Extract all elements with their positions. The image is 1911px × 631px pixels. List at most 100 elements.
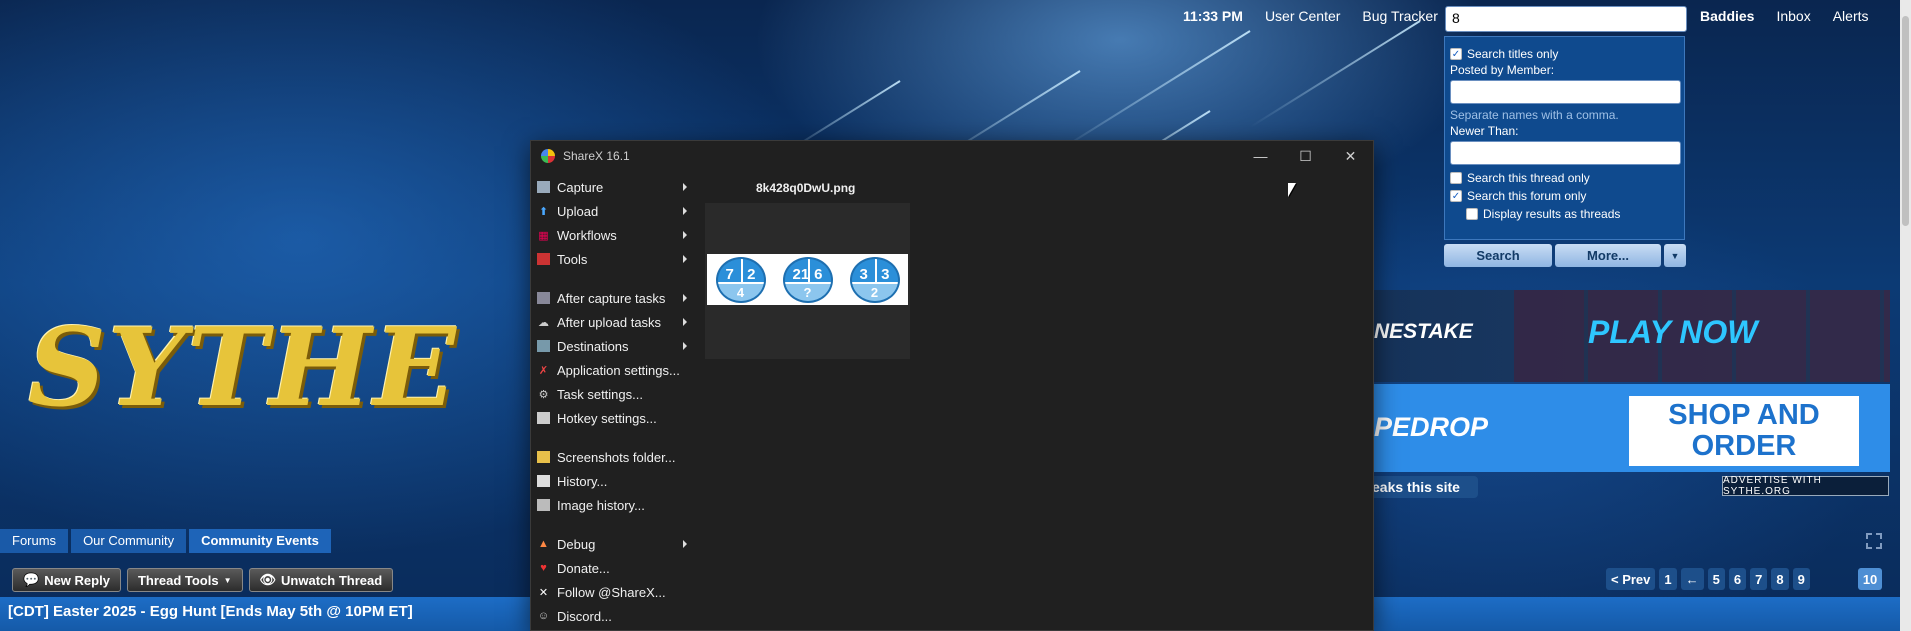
leaks-button[interactable]: eaks this site: [1360, 476, 1478, 498]
thread-tools-button[interactable]: Thread Tools ▼: [126, 568, 243, 592]
menu-task-settings[interactable]: ⚙ Task settings...: [537, 382, 687, 406]
menu-label: History...: [557, 473, 608, 489]
menu-label: Capture: [557, 179, 604, 195]
page-1[interactable]: 1: [1659, 568, 1677, 590]
submenu-arrow-icon: [683, 540, 687, 548]
menu-label: Tools: [557, 251, 588, 267]
submenu-arrow-icon: [683, 342, 687, 350]
thread-tools-label: Thread Tools: [137, 572, 219, 588]
history-icon: [537, 475, 550, 487]
breadcrumb-forums[interactable]: Forums: [0, 529, 69, 553]
menu-discord[interactable]: ☺ Discord...: [537, 604, 687, 628]
breadcrumb-community-events[interactable]: Community Events: [189, 529, 331, 553]
page-current[interactable]: 10: [1857, 568, 1883, 590]
posted-by-input[interactable]: [1450, 80, 1681, 104]
background-streak: [1249, 20, 1421, 128]
as-threads-row[interactable]: Display results as threads: [1450, 205, 1679, 223]
menu-screenshots-folder[interactable]: Screenshots folder...: [537, 445, 687, 469]
page-5[interactable]: 5: [1707, 568, 1725, 590]
inbox-link[interactable]: Inbox: [1776, 8, 1810, 24]
ad-banner-stake[interactable]: NESTAKE PLAY NOW: [1374, 290, 1890, 382]
close-icon[interactable]: ✕: [1328, 141, 1373, 171]
thumbnail[interactable]: 7 2 4 21 6 ? 3 3 2: [705, 203, 910, 359]
tools-icon: [537, 253, 550, 265]
menu-label: Workflows: [557, 227, 617, 243]
menu-capture[interactable]: Capture: [537, 175, 687, 199]
page-8[interactable]: 8: [1771, 568, 1789, 590]
bug-tracker-link[interactable]: Bug Tracker: [1362, 8, 1437, 24]
page-9[interactable]: 9: [1792, 568, 1810, 590]
menu-label: Hotkey settings...: [557, 410, 657, 426]
sharex-app-icon: [541, 149, 555, 163]
more-button[interactable]: More...: [1555, 244, 1661, 267]
discord-icon: ☺: [537, 610, 550, 622]
sharex-menu: Capture ⬆ Upload ▦ Workflows Tools After c…: [537, 175, 687, 628]
thumbnail-filename[interactable]: 8k428q0DwU.png: [756, 181, 855, 195]
search-button[interactable]: Search: [1444, 244, 1552, 267]
as-threads-checkbox[interactable]: [1466, 208, 1478, 220]
page-7[interactable]: 7: [1750, 568, 1768, 590]
titles-only-checkbox[interactable]: ✓: [1450, 48, 1462, 60]
hotkey-icon: [537, 412, 550, 424]
page-6[interactable]: 6: [1728, 568, 1747, 590]
submenu-arrow-icon: [683, 231, 687, 239]
this-forum-row[interactable]: ✓ Search this forum only: [1450, 187, 1679, 205]
menu-hotkey-settings[interactable]: Hotkey settings...: [537, 406, 687, 430]
background-streak: [1054, 30, 1251, 154]
pie-value: 6: [814, 265, 823, 283]
menu-label: Destinations: [557, 338, 629, 354]
menu-upload[interactable]: ⬆ Upload: [537, 199, 687, 223]
scrollbar-thumb[interactable]: [1902, 16, 1909, 226]
maximize-icon[interactable]: ☐: [1283, 141, 1328, 171]
menu-after-capture[interactable]: After capture tasks: [537, 286, 687, 310]
ad-banner-drop[interactable]: PEDROP SHOP AND ORDER: [1374, 384, 1890, 472]
menu-image-history[interactable]: Image history...: [537, 493, 687, 517]
menu-history[interactable]: History...: [537, 469, 687, 493]
this-thread-checkbox[interactable]: [1450, 172, 1462, 184]
expand-icon[interactable]: [1866, 533, 1882, 549]
menu-label: Donate...: [557, 560, 610, 576]
menu-label: Discord...: [557, 608, 612, 624]
dropdown-arrow-icon[interactable]: ▼: [1664, 244, 1686, 267]
menu-label: Follow @ShareX...: [557, 584, 666, 600]
this-forum-checkbox[interactable]: ✓: [1450, 190, 1462, 202]
pie-value: 4: [736, 284, 745, 300]
heart-icon: ♥: [540, 562, 547, 574]
username-link[interactable]: Baddies: [1700, 8, 1754, 24]
menu-separator: [537, 430, 687, 445]
advertise-link[interactable]: ADVERTISE WITH SYTHE.ORG: [1722, 475, 1889, 497]
alerts-link[interactable]: Alerts: [1833, 8, 1869, 24]
newer-than-label: Newer Than:: [1450, 124, 1519, 138]
posted-by-label: Posted by Member:: [1450, 63, 1555, 77]
pie-badge: 21 6 ?: [782, 256, 833, 303]
menu-tools[interactable]: Tools: [537, 247, 687, 271]
breadcrumb-our-community[interactable]: Our Community: [71, 529, 187, 553]
search-input[interactable]: 8: [1445, 6, 1687, 32]
sharex-window[interactable]: ShareX 16.1 — ☐ ✕ Capture ⬆ Upload ▦ Workf…: [530, 140, 1374, 631]
unwatch-thread-button[interactable]: 👁 Unwatch Thread: [248, 568, 394, 592]
menu-donate[interactable]: ♥ Donate...: [537, 556, 687, 580]
minimize-icon[interactable]: —: [1238, 141, 1283, 171]
separate-names-hint: Separate names with a comma.: [1450, 108, 1619, 122]
workflows-icon: ▦: [538, 229, 549, 242]
this-thread-row[interactable]: Search this thread only: [1450, 169, 1679, 187]
user-center-link[interactable]: User Center: [1265, 8, 1340, 24]
pie-value: 7: [725, 265, 734, 283]
upload-icon: ⬆: [538, 205, 549, 218]
page-scrollbar[interactable]: [1900, 0, 1911, 631]
menu-separator: [537, 517, 687, 532]
menu-debug[interactable]: ▲ Debug: [537, 532, 687, 556]
menu-after-upload[interactable]: ☁ After upload tasks: [537, 310, 687, 334]
site-logo[interactable]: SYTHE: [28, 305, 458, 431]
titles-only-row[interactable]: ✓ Search titles only: [1450, 45, 1679, 63]
page-back-arrow[interactable]: ←: [1680, 568, 1704, 590]
menu-workflows[interactable]: ▦ Workflows: [537, 223, 687, 247]
menu-app-settings[interactable]: ✗ Application settings...: [537, 358, 687, 382]
page-gap: [1814, 568, 1854, 590]
menu-destinations[interactable]: Destinations: [537, 334, 687, 358]
menu-follow[interactable]: ✕ Follow @ShareX...: [537, 580, 687, 604]
pagination: < Prev 1 ← 5 6 7 8 9 10: [1606, 568, 1883, 590]
newer-than-input[interactable]: [1450, 141, 1681, 165]
new-reply-button[interactable]: 💬 New Reply: [12, 568, 121, 592]
prev-page-button[interactable]: < Prev: [1606, 568, 1656, 590]
